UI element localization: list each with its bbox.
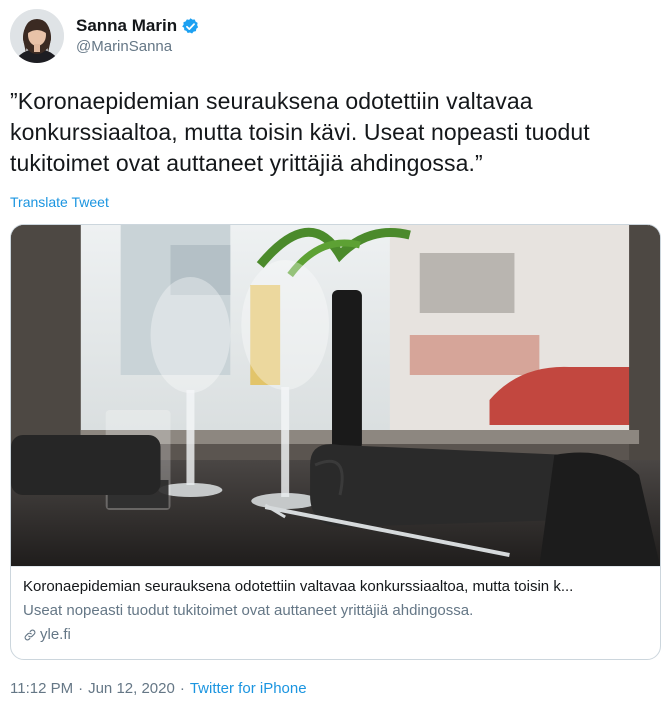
tweet-text: ”Koronaepidemian seurauksena odotettiin … xyxy=(10,88,590,176)
meta-separator-2: · xyxy=(179,680,185,697)
link-card[interactable]: Koronaepidemian seurauksena odotettiin v… xyxy=(10,224,661,660)
card-title[interactable]: Koronaepidemian seurauksena odotettiin v… xyxy=(23,577,648,597)
card-body: Koronaepidemian seurauksena odotettiin v… xyxy=(11,566,660,655)
author-names: Sanna Marin @MarinSanna xyxy=(76,15,200,57)
avatar-image xyxy=(10,9,64,63)
card-description: Useat nopeasti tuodut tukitoimet ovat au… xyxy=(23,602,474,619)
translate-tweet-link[interactable]: Translate Tweet xyxy=(10,194,109,210)
handle[interactable]: @MarinSanna xyxy=(76,37,200,57)
card-domain-text: yle.fi xyxy=(40,626,71,643)
tweet-header: Sanna Marin @MarinSanna xyxy=(10,6,200,66)
verified-badge-icon xyxy=(181,17,200,36)
meta-separator: · xyxy=(78,680,84,697)
card-image[interactable] xyxy=(11,225,660,566)
tweet-meta: 11:12 PM · Jun 12, 2020 · Twitter for iP… xyxy=(10,680,307,697)
tweet-time[interactable]: 11:12 PM xyxy=(10,680,73,697)
avatar[interactable] xyxy=(10,9,64,63)
name-row: Sanna Marin xyxy=(76,15,200,37)
display-name[interactable]: Sanna Marin xyxy=(76,15,177,37)
tweet-source-link[interactable]: Twitter for iPhone xyxy=(190,680,307,697)
card-domain[interactable]: yle.fi xyxy=(23,624,648,645)
restaurant-table-photo xyxy=(11,225,660,566)
link-icon xyxy=(23,628,37,642)
tweet-date[interactable]: Jun 12, 2020 xyxy=(88,680,175,697)
